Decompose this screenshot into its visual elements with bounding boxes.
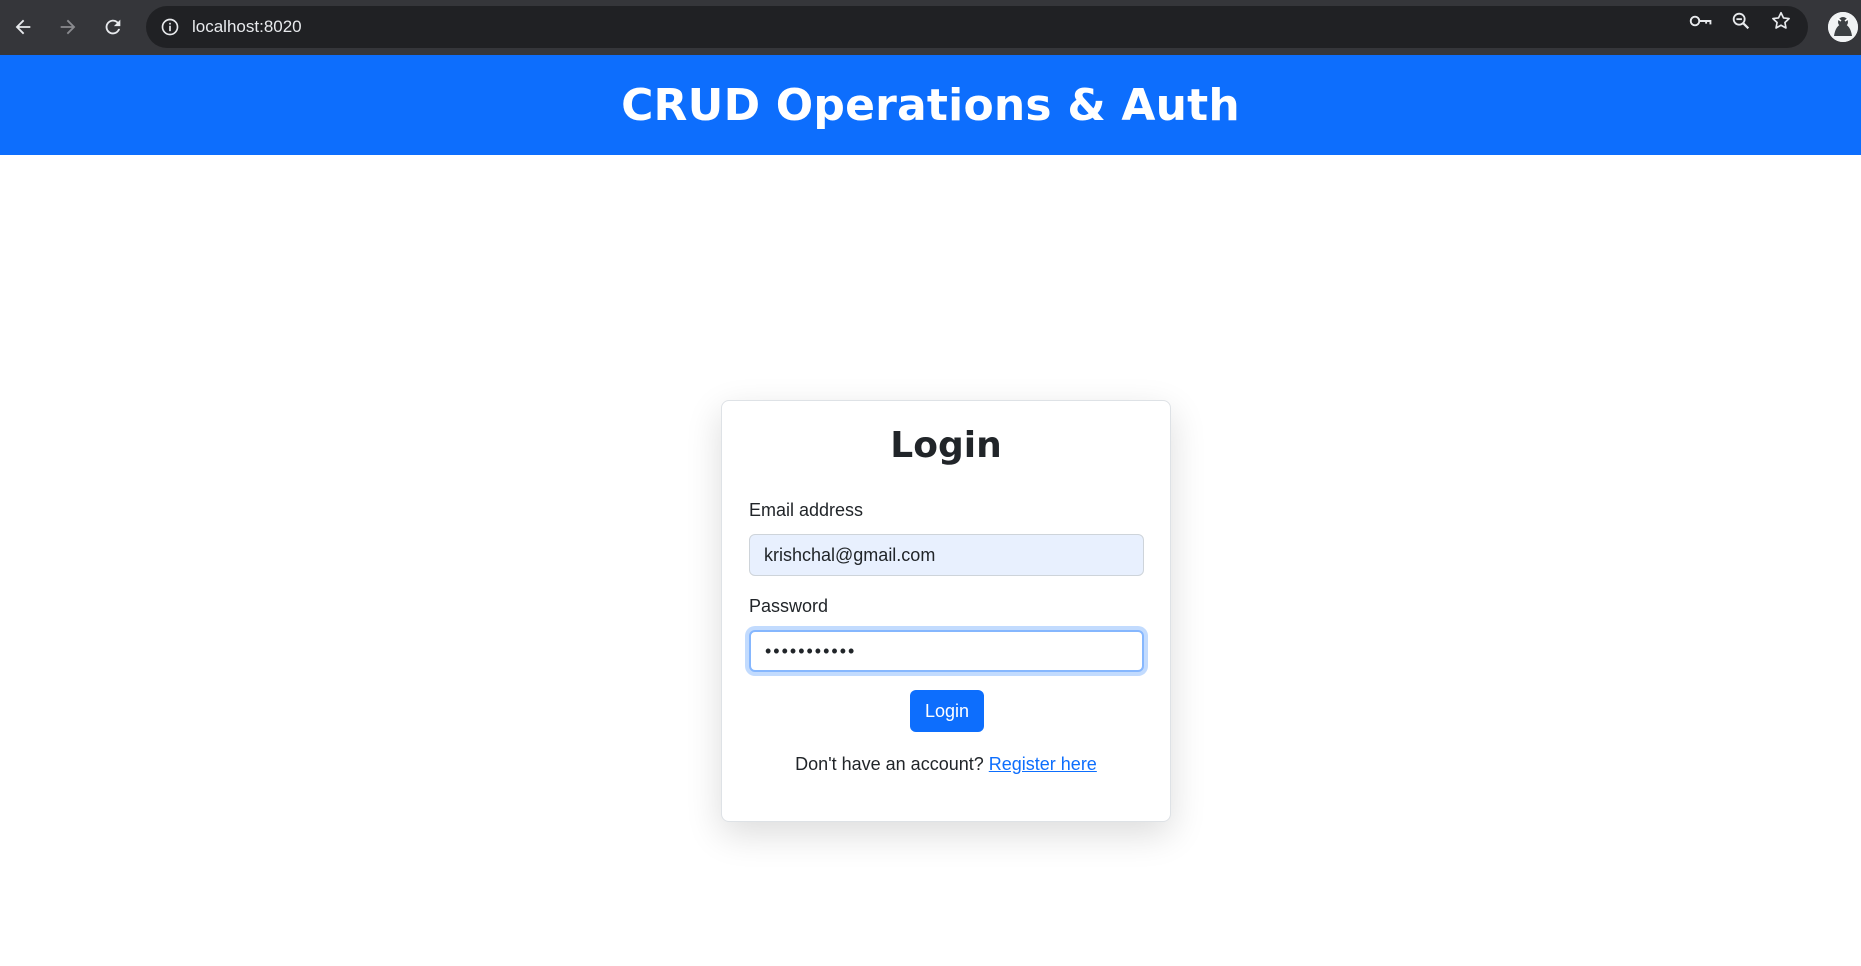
page-title: CRUD Operations & Auth [621,79,1240,131]
forward-arrow-icon [60,19,76,35]
login-card: Login Email address krishchal@gmail.com … [721,400,1171,822]
register-link[interactable]: Register here [989,754,1097,774]
bookmark-star-icon[interactable] [1768,8,1794,34]
app-header: CRUD Operations & Auth [0,55,1861,155]
back-button[interactable] [6,10,40,44]
password-key-icon[interactable] [1688,8,1714,34]
login-heading: Login [890,425,1002,466]
browser-toolbar: localhost:8020 [0,0,1861,55]
email-field[interactable]: krishchal@gmail.com [749,534,1144,576]
address-bar[interactable]: localhost:8020 [146,6,1808,48]
url-text[interactable]: localhost:8020 [192,6,302,48]
password-field[interactable]: ••••••••••• [749,630,1144,672]
register-prompt: Don't have an account? Register here [722,754,1170,775]
password-label: Password [749,596,829,616]
reload-button[interactable] [96,10,130,44]
register-prompt-text: Don't have an account? [795,754,984,774]
email-label: Email address [749,500,864,520]
back-arrow-icon [15,19,31,35]
zoom-icon[interactable] [1728,8,1754,34]
forward-button[interactable] [51,10,85,44]
profile-avatar-icon[interactable] [1828,12,1858,42]
login-button[interactable]: Login [910,690,984,732]
site-info-icon[interactable] [156,13,184,41]
reload-icon [105,19,121,35]
